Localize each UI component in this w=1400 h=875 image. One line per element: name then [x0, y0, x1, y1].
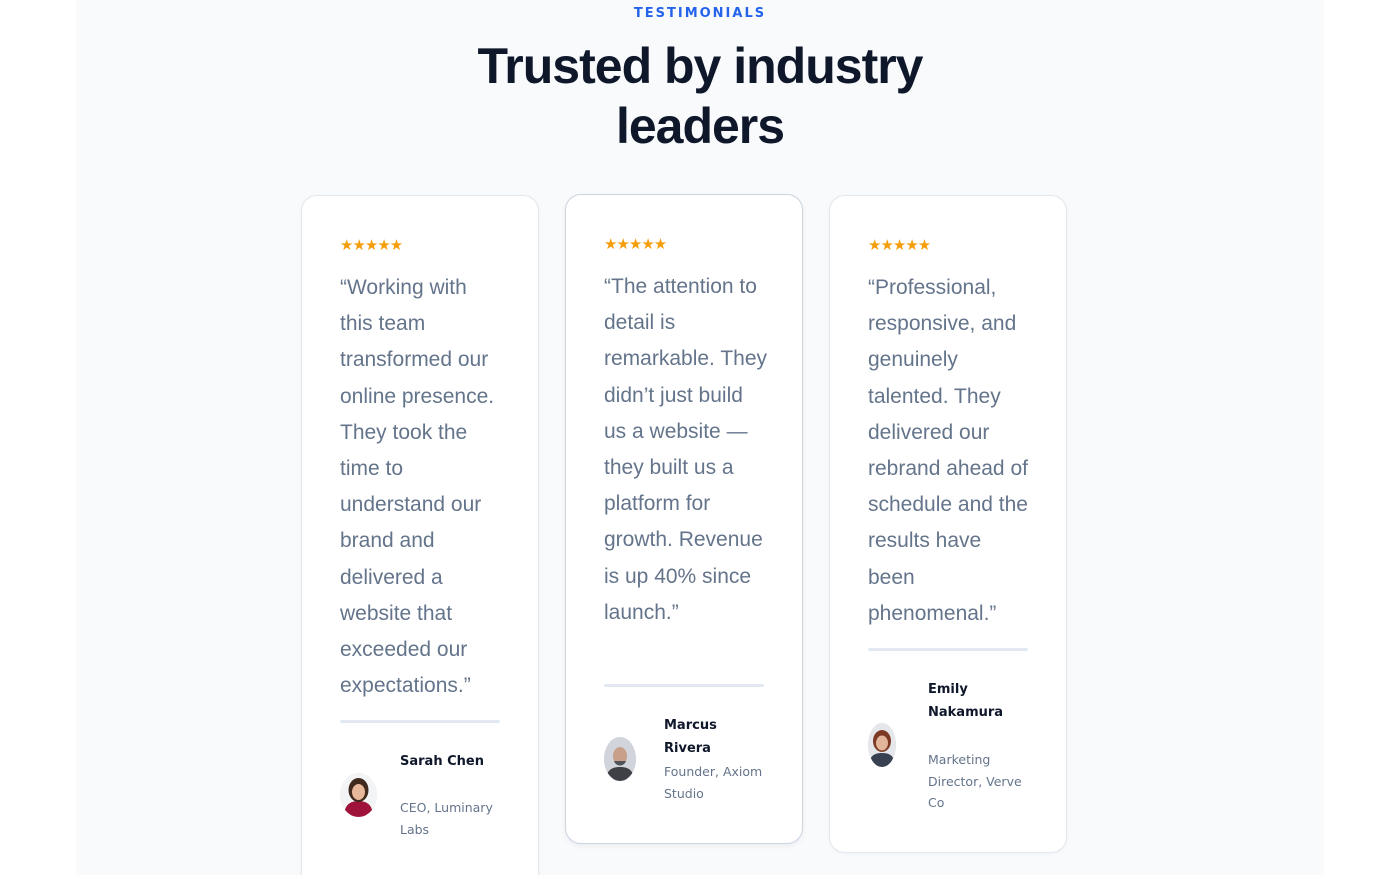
avatar: [868, 723, 896, 767]
rating-stars-icon: ★★★★★: [868, 236, 931, 254]
testimonial-quote: “The attention to detail is remarkable. …: [604, 275, 768, 624]
divider: [868, 648, 1028, 651]
avatar-emily-icon: [868, 723, 896, 767]
testimonials-section: TESTIMONIALS Trusted by industry leaders…: [76, 0, 1324, 875]
rating-stars-icon: ★★★★★: [340, 236, 403, 254]
author-name: Marcus Rivera: [664, 718, 717, 756]
testimonial-card: ★★★★★ “Professional, responsive, and gen…: [829, 195, 1067, 853]
divider: [340, 720, 500, 723]
avatar: [340, 773, 377, 817]
section-eyebrow: TESTIMONIALS: [633, 6, 767, 21]
author-role: Marketing Director, Verve Co: [928, 752, 1022, 810]
section-headline: Trusted by industry leaders: [76, 36, 1324, 156]
avatar: [604, 737, 636, 781]
testimonial-card: ★★★★★ “The attention to detail is remark…: [565, 194, 803, 844]
avatar-sarah-icon: [340, 773, 377, 817]
divider: [604, 684, 764, 687]
headline-line-2: leaders: [615, 98, 785, 154]
author-role: CEO, Luminary Labs: [400, 800, 493, 837]
testimonial-card: ★★★★★ “Working with this team transforme…: [301, 195, 539, 875]
author-name: Sarah Chen: [400, 754, 484, 769]
rating-stars-icon: ★★★★★: [604, 235, 667, 253]
avatar-marcus-icon: [604, 737, 636, 781]
author-role: Founder, Axiom Studio: [664, 764, 763, 801]
headline-line-1: Trusted by industry: [477, 38, 924, 94]
author-name: Emily Nakamura: [928, 682, 1004, 720]
testimonial-quote: “Professional, responsive, and genuinely…: [868, 276, 1028, 625]
testimonial-quote: “Working with this team transformed our …: [340, 276, 495, 698]
